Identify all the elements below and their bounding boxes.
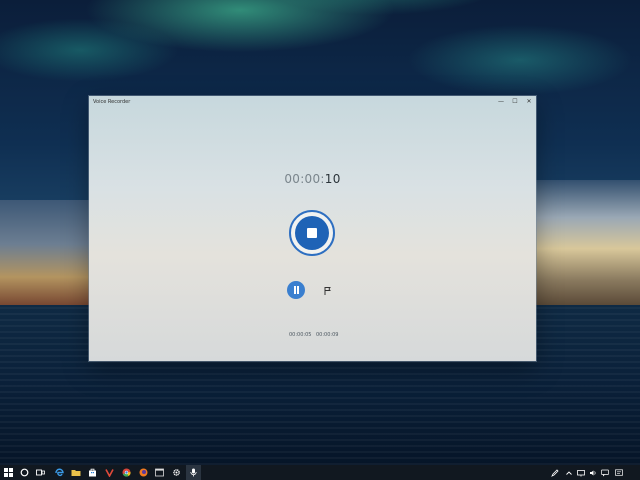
add-marker-button[interactable] <box>321 283 335 297</box>
recording-timer: 00:00:10 <box>89 172 536 186</box>
marker-timestamp[interactable]: 00:00:05 <box>289 332 311 338</box>
timer-prefix: 00:00: <box>284 172 325 186</box>
vivaldi-icon[interactable] <box>104 467 115 478</box>
chrome-icon[interactable] <box>121 467 132 478</box>
minimize-button[interactable]: — <box>494 96 508 108</box>
stop-icon <box>307 228 317 238</box>
pause-button[interactable] <box>287 281 305 299</box>
harbor-left <box>0 200 100 310</box>
firefox-icon[interactable] <box>138 467 149 478</box>
close-button[interactable]: ✕ <box>522 96 536 108</box>
voice-recorder-icon[interactable] <box>186 465 201 480</box>
chevron-up-icon[interactable] <box>565 468 573 477</box>
window-title: Voice Recorder <box>93 99 131 105</box>
store-icon[interactable] <box>87 467 98 478</box>
edge-browser-icon[interactable] <box>54 467 65 478</box>
desktop-wallpaper: Voice Recorder — ☐ ✕ 00:00:10 00:00:05 0… <box>0 0 640 480</box>
pen-icon[interactable] <box>551 468 559 477</box>
flag-icon <box>324 287 331 295</box>
cortana-search-icon[interactable] <box>19 467 30 478</box>
task-view-icon[interactable] <box>35 467 46 478</box>
taskbar <box>0 465 640 480</box>
network-icon[interactable] <box>577 468 585 477</box>
file-explorer-icon[interactable] <box>70 467 81 478</box>
marker-timestamp[interactable]: 00:00:09 <box>316 332 338 338</box>
speech-bubble-icon[interactable] <box>601 468 609 477</box>
title-bar[interactable]: Voice Recorder — ☐ ✕ <box>89 96 536 108</box>
notifications-icon[interactable] <box>615 468 623 477</box>
timer-seconds: 10 <box>324 172 341 186</box>
maximize-button[interactable]: ☐ <box>508 96 522 108</box>
windows-start-icon[interactable] <box>3 467 14 478</box>
harbor-right <box>536 180 640 305</box>
voice-recorder-window: Voice Recorder — ☐ ✕ 00:00:10 00:00:05 0… <box>89 96 536 361</box>
volume-icon[interactable] <box>589 468 597 477</box>
stop-recording-button[interactable] <box>295 216 329 250</box>
terminal-icon[interactable] <box>154 467 165 478</box>
settings-icon[interactable] <box>171 467 182 478</box>
pause-icon <box>293 286 299 294</box>
